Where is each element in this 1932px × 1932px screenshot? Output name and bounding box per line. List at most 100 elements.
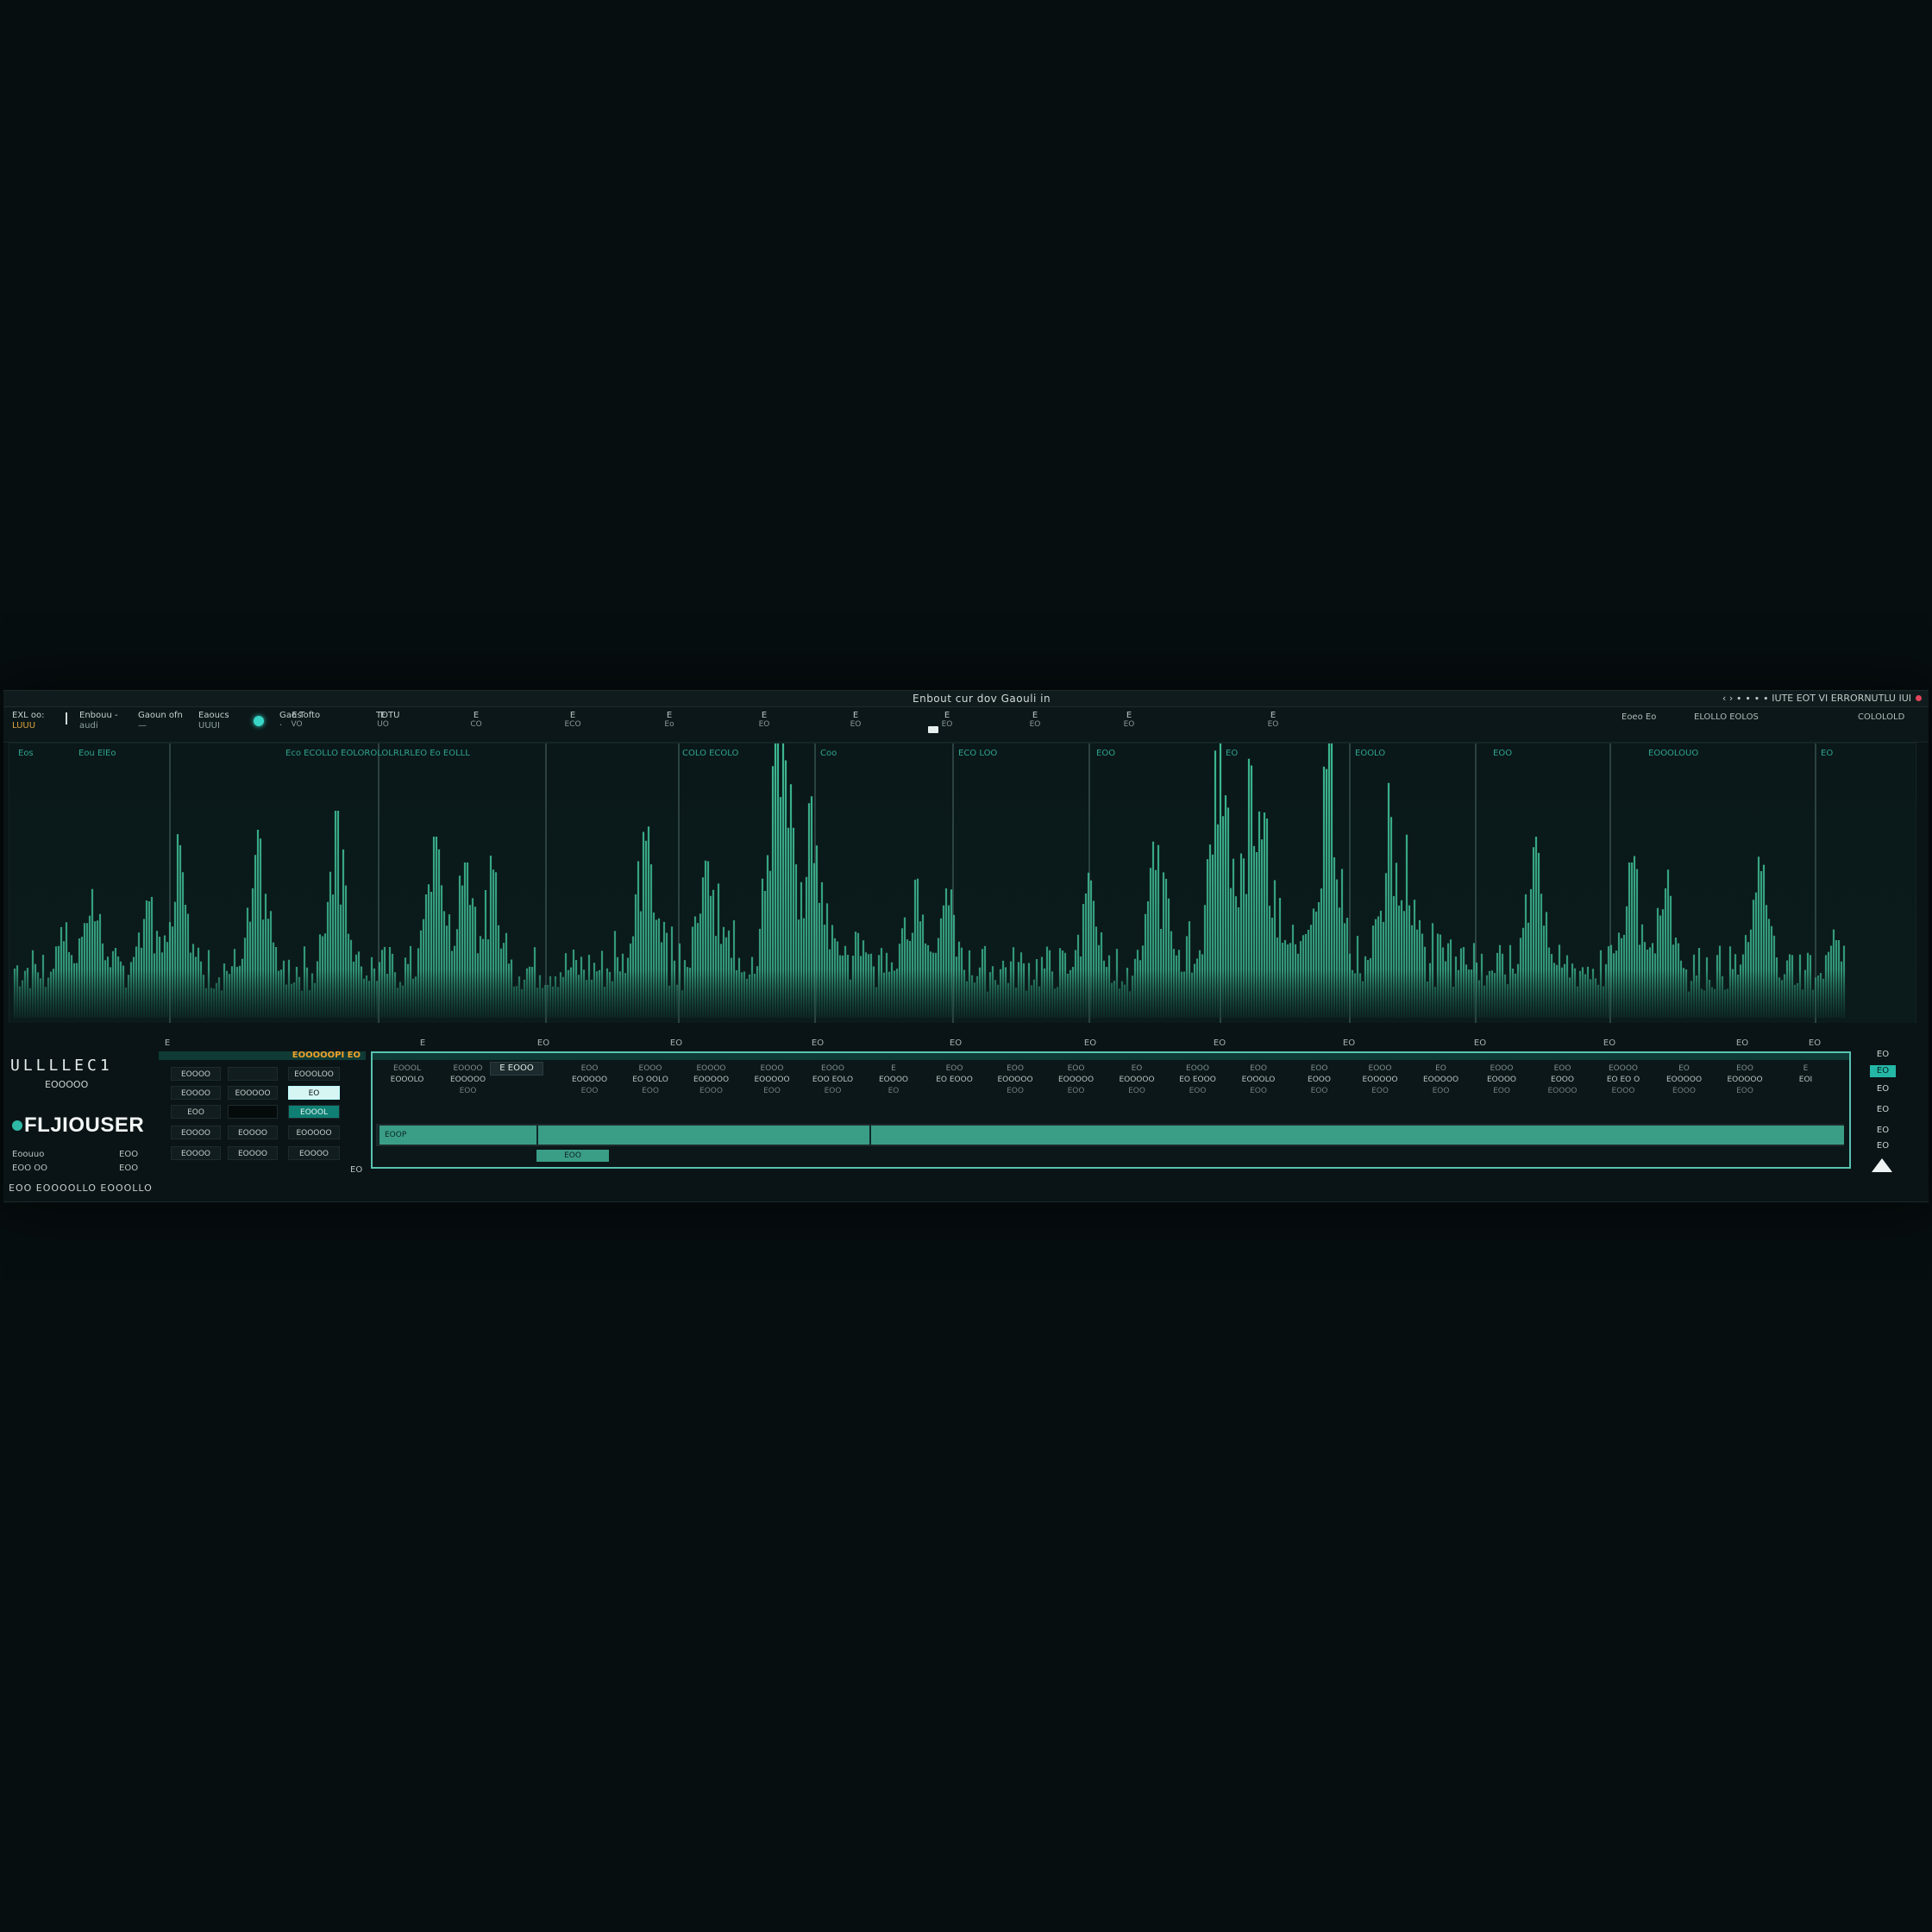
track-column[interactable]: EOO EOOOOO EOO [1717, 1063, 1772, 1097]
control-cell[interactable]: EOOOO [288, 1146, 340, 1160]
marker-label[interactable]: EO [1821, 749, 1833, 758]
track-column[interactable]: EO EOOOOO EOO [1109, 1063, 1164, 1097]
track-column[interactable]: EOOO EOOOO EOO [1474, 1063, 1529, 1097]
toolbar-group-label: Enbouu - [79, 711, 118, 720]
column-line-c: EO [888, 1087, 900, 1095]
ruler-tick: E EO [1112, 711, 1146, 729]
track-column[interactable]: EOOOL EOOOLO [380, 1063, 435, 1086]
track-column[interactable]: EOOO EOOOOO EOO [1352, 1063, 1408, 1097]
column-line-b: EOI [1798, 1076, 1813, 1084]
ruler-tick-label: E [944, 711, 950, 720]
marker-label[interactable]: EOO [1096, 749, 1115, 758]
marker-label[interactable]: EO [1226, 749, 1238, 758]
control-cell[interactable] [228, 1067, 278, 1081]
track-column[interactable]: EOO EOOOOO EOO [1049, 1063, 1104, 1097]
column-line-b: EOO EOLO [812, 1076, 854, 1084]
lower-ruler[interactable]: E E EO EO EO EO EO EO EO EO EO EO EO [3, 1023, 1929, 1054]
marker-label[interactable]: COLO ECOLO [682, 749, 738, 758]
column-line-c: EOOO [1672, 1087, 1696, 1095]
column-line-c: EOO [1189, 1087, 1207, 1095]
status-line: EOO EOOOOLLO EOOOLLO [9, 1182, 153, 1194]
toolbar-group-sub: — [138, 721, 147, 731]
control-cell[interactable]: EOOOLOO [288, 1067, 340, 1081]
clip-handle[interactable]: EOO [536, 1150, 609, 1162]
side-button-1[interactable]: EO [1870, 1065, 1896, 1077]
track-column[interactable]: EOO EOOOLO EOO [1231, 1063, 1286, 1097]
toolbar-right-1[interactable]: ELOLLO EOLOS [1694, 712, 1759, 722]
track-column[interactable]: EOO EOOOOO EOO [988, 1063, 1043, 1097]
track-column[interactable]: EOO EO EOOO [927, 1063, 982, 1086]
control-cell[interactable]: EO [288, 1086, 340, 1100]
marker-label[interactable]: Eos [18, 749, 34, 758]
track-column[interactable]: EOO EOOOOO EOO [562, 1063, 618, 1097]
marker-label[interactable]: Eou ElEo [78, 749, 116, 758]
control-cell[interactable]: EOOOO [228, 1126, 278, 1139]
column-line-b: EOOOOO [1665, 1076, 1703, 1084]
marker-label[interactable]: EOOOLOUO [1648, 749, 1698, 758]
play-icon[interactable] [1872, 1158, 1892, 1172]
control-cell[interactable]: EOOOO [171, 1067, 221, 1081]
track-panel[interactable]: E EOOO EOOOL EOOOLO EOOOO EOOOOO EOO EOO EOOOO… [371, 1051, 1851, 1169]
control-cell[interactable]: EOO [171, 1105, 221, 1119]
toolbar-group-0[interactable]: EXL oo: LUUU [12, 711, 45, 731]
lower-ruler-tick: EO [536, 1038, 550, 1048]
track-column[interactable]: EOOO EOOOOO EOO [744, 1063, 800, 1097]
side-button-3[interactable]: EO [1870, 1105, 1896, 1114]
control-cell[interactable]: EOOOO [171, 1146, 221, 1160]
ruler-tick-label: E [1032, 711, 1038, 720]
column-line-c: EOO [1067, 1087, 1085, 1095]
info-key-0: Eoouuo [12, 1150, 45, 1159]
control-cell[interactable]: EOOOOO [228, 1086, 278, 1100]
column-line-b: EOOOOO [1422, 1076, 1459, 1084]
control-cell[interactable]: EOOOOO [288, 1126, 340, 1139]
ruler-tick-sub: EO [1123, 720, 1135, 729]
toolbar-right-2[interactable]: COLOLOLD [1858, 712, 1904, 722]
marker-label[interactable]: ECO LOO [958, 749, 997, 758]
clip-marker-icon[interactable] [928, 726, 938, 733]
track-column[interactable]: EOO EOOO EOO [1292, 1063, 1347, 1097]
track-column[interactable]: E EOOOO EO [866, 1063, 921, 1097]
track-column[interactable]: EO EOOOOO EOO [1414, 1063, 1469, 1097]
clip-1[interactable] [536, 1126, 869, 1145]
title-status: ‹ › ∙ ∙ ∙ ∙ IUTE EOT VI ERRORNUTLU IUI [1722, 693, 1911, 704]
track-column[interactable]: EOOO EO EOOO EOO [1170, 1063, 1226, 1097]
control-cell[interactable]: EOOOO [228, 1146, 278, 1160]
side-button-0[interactable]: EO [1870, 1050, 1896, 1059]
column-line-a: EOOOO [453, 1064, 483, 1073]
track-column[interactable]: E EOI [1778, 1063, 1834, 1086]
toolbar-right-0[interactable]: Eoeo Eo [1622, 712, 1656, 722]
side-button-4[interactable]: EO [1870, 1126, 1896, 1135]
control-cell[interactable]: EOOOO [171, 1126, 221, 1139]
transport-panel: ULLLLEC1 EOOOOO FLJIOUSER Eoouuo EOO EOO… [3, 1053, 155, 1194]
toolbar-group-1[interactable]: Enbouu - audi [79, 711, 118, 731]
toolbar-group-2[interactable]: Gaoun ofn — [138, 711, 183, 731]
marker-label[interactable]: Eco ECOLLO EOLOROLOLRLRLEO Eo EOLLL [285, 749, 470, 758]
track-column[interactable]: EOOOO EOOOOO EOOO [684, 1063, 739, 1097]
info-value-0: EOO [119, 1150, 139, 1159]
marker-label[interactable]: EOOLO [1355, 749, 1385, 758]
control-cell[interactable]: EOOOO [171, 1086, 221, 1100]
column-line-c: EOO [459, 1087, 477, 1095]
clip-2[interactable] [869, 1126, 1844, 1145]
track-column[interactable]: EOOOO EOOOOO EOO [441, 1063, 496, 1097]
clip-0[interactable]: EOOP [378, 1126, 536, 1145]
track-column[interactable]: EOOO EOO EOLO EOO [806, 1063, 861, 1097]
track-column[interactable]: EO EOOOOO EOOO [1657, 1063, 1712, 1097]
marker-label[interactable]: EOO [1493, 749, 1512, 758]
monitor-toggle-icon[interactable] [254, 716, 264, 726]
lower-ruler-tick: EO [949, 1038, 963, 1048]
track-column[interactable]: EOOOO EO EO O EOOO [1596, 1063, 1651, 1097]
column-line-b: EOOOOO [693, 1076, 730, 1084]
track-column[interactable]: EOOO EO OOLO EOO [623, 1063, 678, 1097]
column-line-a: EO [1131, 1064, 1143, 1073]
lower-ruler-tick: E [419, 1038, 426, 1048]
waveform-view[interactable]: Eos Eou ElEo Eco ECOLLO EOLOROLOLRLRLEO Eo… [9, 743, 1916, 1025]
control-cell[interactable] [228, 1105, 278, 1119]
track-column[interactable]: EOO EOOO EOOOO [1535, 1063, 1590, 1097]
side-button-5[interactable]: EO [1870, 1141, 1896, 1151]
control-cell[interactable]: EOOOL [288, 1105, 340, 1119]
marker-label[interactable]: Coo [820, 749, 837, 758]
toolbar-group-3[interactable]: Eaoucs UUUI [198, 711, 229, 731]
side-button-2[interactable]: EO [1870, 1084, 1896, 1094]
lower-ruler-tick: EO [669, 1038, 683, 1048]
